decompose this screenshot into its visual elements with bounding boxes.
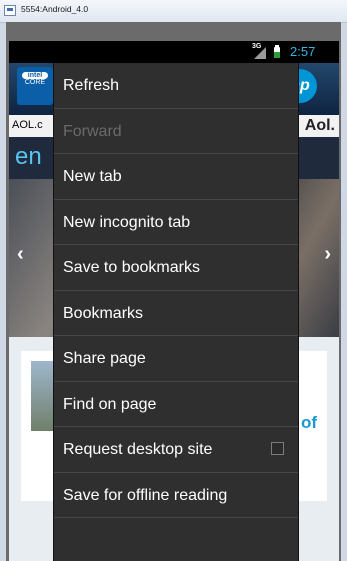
status-bar: 3G 2:57 bbox=[9, 41, 339, 63]
menu-item-refresh[interactable]: Refresh bbox=[54, 63, 298, 109]
emulator-app-icon bbox=[4, 5, 16, 16]
menu-item-save-to-bookmarks[interactable]: Save to bookmarks bbox=[54, 245, 298, 291]
site-logo: en bbox=[15, 143, 42, 170]
signal-icon bbox=[254, 47, 266, 59]
status-time: 2:57 bbox=[290, 44, 316, 59]
menu-item-save-offline[interactable]: Save for offline reading bbox=[54, 473, 298, 518]
window-title: 5554:Android_4.0 bbox=[21, 4, 89, 14]
aol-link[interactable]: AOL.c bbox=[12, 119, 43, 131]
menu-item-new-tab[interactable]: New tab bbox=[54, 154, 298, 200]
emulator-title-bar: 5554:Android_4.0 bbox=[0, 0, 347, 23]
menu-item-request-desktop-site[interactable]: Request desktop site bbox=[54, 427, 298, 473]
aol-logo: Aol. bbox=[304, 117, 335, 134]
menu-item-find-on-page[interactable]: Find on page bbox=[54, 382, 298, 427]
menu-item-bookmarks[interactable]: Bookmarks bbox=[54, 291, 298, 336]
carousel-prev-icon[interactable]: ‹ bbox=[17, 243, 24, 266]
emulator-frame: 3G 2:57 intel CORE hp AOL.c Aol. en ‹ › … bbox=[6, 22, 341, 561]
menu-item-forward[interactable]: Forward bbox=[54, 109, 298, 154]
menu-item-new-incognito-tab[interactable]: New incognito tab bbox=[54, 200, 298, 245]
desktop-site-checkbox[interactable] bbox=[271, 442, 284, 455]
battery-icon bbox=[274, 45, 280, 58]
browser-options-menu: Refresh Forward New tab New incognito ta… bbox=[54, 63, 298, 561]
card-headline-fragment: of bbox=[300, 413, 317, 432]
intel-logo-text: intel bbox=[22, 72, 48, 79]
menu-item-label: Request desktop site bbox=[63, 441, 213, 458]
intel-core-text: CORE bbox=[24, 79, 46, 86]
menu-item-share-page[interactable]: Share page bbox=[54, 336, 298, 382]
device-screen: 3G 2:57 intel CORE hp AOL.c Aol. en ‹ › … bbox=[9, 41, 339, 561]
carousel-next-icon[interactable]: › bbox=[324, 243, 331, 266]
intel-logo: intel CORE bbox=[17, 67, 53, 105]
